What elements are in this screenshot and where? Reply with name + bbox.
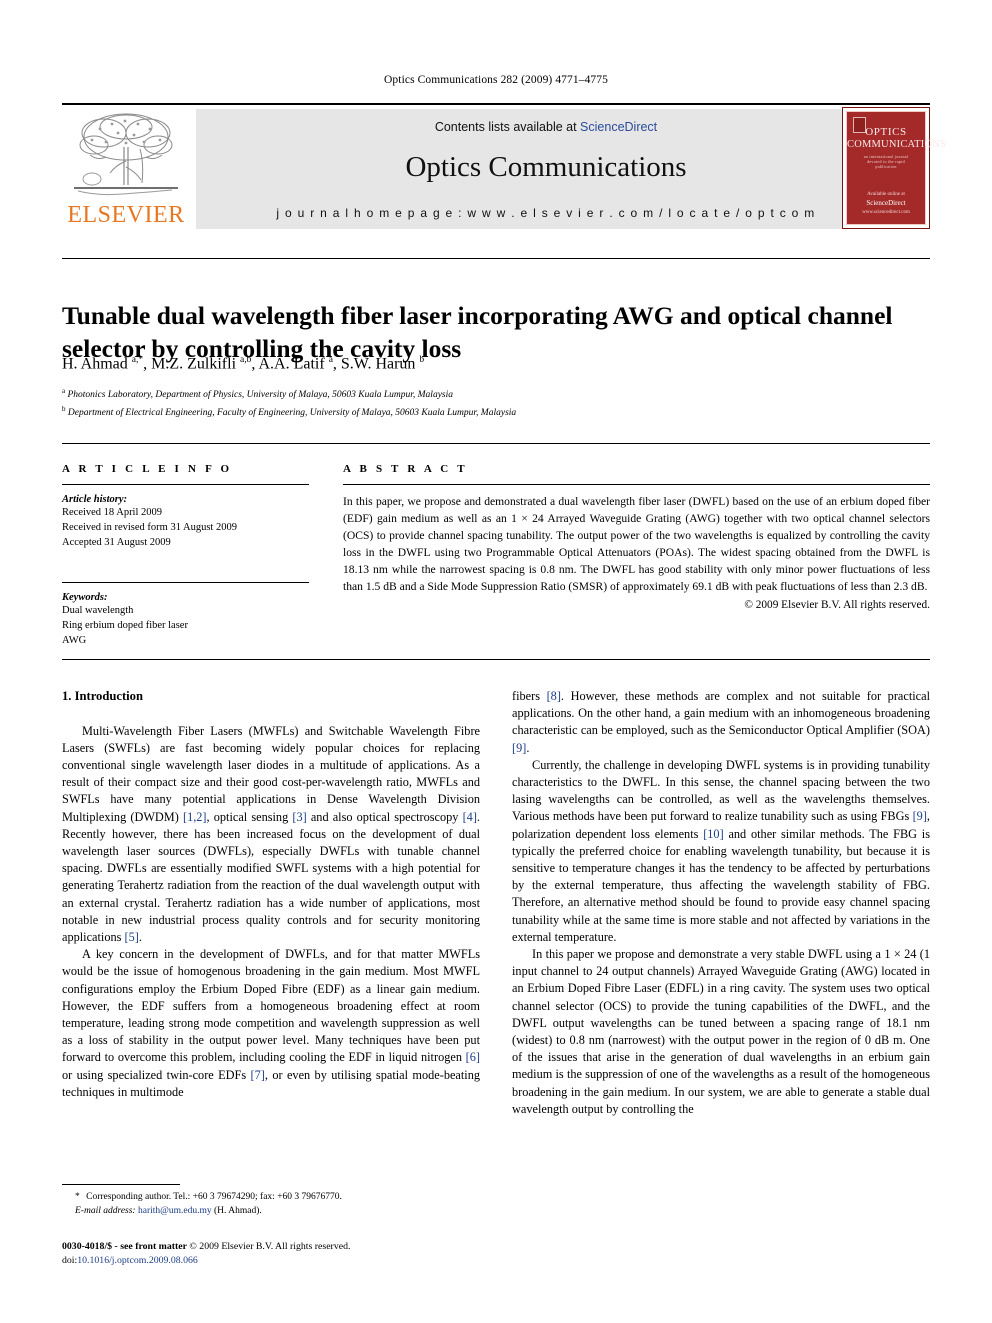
cover-title-line1: OPTICS — [865, 126, 907, 138]
journal-homepage-line[interactable]: j o u r n a l h o m e p a g e : w w w . … — [196, 206, 896, 220]
history-item: Accepted 31 August 2009 — [62, 536, 171, 548]
body-paragraph: A key concern in the development of DWFL… — [62, 947, 481, 1099]
article-info-column: A R T I C L E I N F O Article history: R… — [62, 463, 309, 648]
contents-prefix: Contents lists available at — [434, 120, 581, 134]
abstract-text: In this paper, we propose and demonstrat… — [343, 495, 930, 593]
body-paragraph: Multi-Wavelength Fiber Lasers (MWFLs) an… — [62, 723, 480, 945]
imprint-block: 0030-4018/$ - see front matter © 2009 El… — [62, 1240, 502, 1268]
cover-footer: Available online at ScienceDirect www.sc… — [847, 191, 925, 217]
cover-inner: OPTICS COMMUNICATIONS an international j… — [846, 111, 947, 225]
title-divider — [62, 258, 930, 259]
abstract-column: A B S T R A C T In this paper, we propos… — [343, 463, 930, 611]
footnote-rule — [62, 1184, 180, 1185]
corresponding-author-note: * Corresponding author. Tel.: +60 3 7967… — [75, 1192, 342, 1202]
abstract-heading: A B S T R A C T — [343, 463, 468, 475]
keywords-label: Keywords: — [62, 591, 108, 603]
body-column-left: 1. Introduction Multi-Wavelength Fiber L… — [62, 688, 480, 1101]
section-heading-introduction: 1. Introduction — [62, 689, 143, 703]
keywords-rule — [62, 581, 309, 583]
keyword-item: Dual wavelength — [62, 604, 134, 616]
footnote-block: * Corresponding author. Tel.: +60 3 7967… — [62, 1190, 482, 1219]
contents-line: Contents lists available at ScienceDirec… — [196, 120, 896, 134]
cover-footer-brand: ScienceDirect — [866, 199, 906, 207]
masthead-panel: Contents lists available at ScienceDirec… — [196, 109, 896, 229]
keyword-item: AWG — [62, 634, 87, 646]
body-paragraph: Currently, the challenge in developing D… — [512, 757, 930, 944]
article-history-list: Received 18 April 2009 Received in revis… — [62, 506, 309, 551]
body-paragraph: In this paper we propose and demonstrate… — [512, 947, 930, 1116]
journal-masthead: ELSEVIER Contents lists available at Sci… — [62, 103, 947, 231]
issn-line: 0030-4018/$ - see front matter © 2009 El… — [62, 1241, 351, 1252]
elsevier-tree-icon — [74, 113, 178, 196]
info-band-bottom-rule — [62, 659, 930, 660]
cover-footer-tiny: www.sciencedirect.com — [862, 209, 910, 215]
running-head: Optics Communications 282 (2009) 4771–47… — [384, 74, 608, 86]
doi-link[interactable]: 10.1016/j.optcom.2009.08.066 — [77, 1255, 198, 1266]
affiliations: a Photonics Laboratory, Department of Ph… — [62, 386, 934, 422]
affiliation-a: a Photonics Laboratory, Department of Ph… — [62, 387, 454, 401]
info-band-top-rule — [62, 443, 930, 444]
abstract-copyright: © 2009 Elsevier B.V. All rights reserved… — [744, 598, 930, 611]
sciencedirect-link[interactable]: ScienceDirect — [580, 120, 657, 134]
body-column-right: fibers [8]. However, these methods are c… — [512, 688, 930, 1118]
article-info-heading: A R T I C L E I N F O — [62, 463, 233, 475]
affiliation-b: b Department of Electrical Engineering, … — [62, 404, 517, 418]
journal-cover-thumbnail: OPTICS COMMUNICATIONS an international j… — [842, 107, 947, 229]
article-history-label: Article history: — [62, 494, 128, 505]
author-list: H. Ahmad a,*, M.Z. Zulkifli a,b, A.A. La… — [62, 355, 425, 373]
elsevier-logo: ELSEVIER — [62, 109, 190, 229]
doi-line: doi:10.1016/j.optcom.2009.08.066 — [62, 1254, 502, 1268]
cover-footer-small: Available online at — [867, 191, 905, 197]
email-owner: (H. Ahmad). — [214, 1206, 262, 1217]
journal-title: Optics Communications — [405, 151, 687, 183]
elsevier-wordmark: ELSEVIER — [67, 202, 185, 228]
cover-title-line2: COMMUNICATIONS — [847, 139, 947, 150]
cover-subline: an international journal devoted to the … — [863, 154, 909, 169]
body-paragraph: fibers [8]. However, these methods are c… — [512, 689, 931, 755]
history-item: Received in revised form 31 August 2009 — [62, 521, 237, 533]
doi-label: doi: — [62, 1255, 78, 1267]
keywords-list: Dual wavelength Ring erbium doped fiber … — [62, 604, 309, 649]
journal-article-page: Optics Communications 282 (2009) 4771–47… — [0, 0, 992, 1323]
keyword-item: Ring erbium doped fiber laser — [62, 619, 188, 631]
email-label: E-mail address: — [75, 1206, 136, 1217]
masthead-top-rule — [62, 103, 930, 105]
email-note: E-mail address: harith@um.edu.my (H. Ahm… — [62, 1204, 482, 1218]
abstract-rule — [343, 484, 930, 485]
history-item: Received 18 April 2009 — [62, 507, 163, 518]
article-info-rule — [62, 484, 309, 485]
email-link[interactable]: harith@um.edu.my — [138, 1206, 212, 1216]
